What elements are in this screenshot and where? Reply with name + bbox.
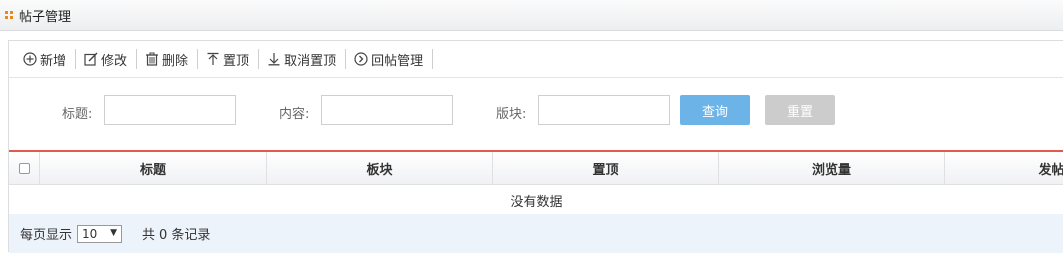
total-records: 共 0 条记录 (142, 224, 210, 243)
toolbar-divider (258, 49, 260, 69)
unpin-button[interactable]: 取消置顶 (266, 48, 336, 70)
title-label: 标题: (62, 107, 93, 122)
reset-button[interactable]: 重置 (765, 95, 835, 125)
edit-icon (83, 52, 98, 67)
page-size-select[interactable]: 10 ▼ (77, 224, 123, 243)
total-suffix: 条记录 (171, 228, 211, 243)
page-title: 帖子管理 (19, 9, 72, 25)
column-header-section[interactable]: 板块 (267, 152, 493, 185)
grid-icon (5, 11, 13, 19)
search-form: 标题: 内容: 版块: 查询 重置 (9, 79, 1063, 149)
column-header-views[interactable]: 浏览量 (719, 152, 945, 185)
toolbar-divider (432, 49, 434, 69)
total-count: 0 (159, 228, 168, 243)
per-page-label: 每页显示 (20, 228, 73, 243)
edit-button-label: 修改 (101, 53, 128, 69)
arrow-up-icon (205, 52, 220, 67)
select-all-cell (9, 152, 40, 185)
toolbar-divider (197, 49, 199, 69)
toolbar-divider (75, 49, 77, 69)
select-all-checkbox[interactable] (18, 163, 30, 174)
column-header-title[interactable]: 标题 (40, 152, 267, 185)
trash-icon (144, 52, 159, 67)
data-grid: 标题 板块 置顶 浏览量 发帖用 没有数据 每页显示 10 ▼ 共0条记录 (9, 150, 1063, 253)
pin-top-button[interactable]: 置顶 (205, 48, 249, 70)
reply-manage-button[interactable]: 回帖管理 (353, 48, 423, 70)
content-label: 内容: (279, 107, 310, 122)
add-button-label: 新增 (40, 53, 67, 69)
chevron-circle-icon (353, 52, 368, 67)
section-input[interactable] (538, 95, 670, 125)
toolbar: 新增 修改 删除 置顶 取消置顶 回帖管理 (9, 41, 1063, 78)
column-header-author[interactable]: 发帖用 (945, 152, 1063, 185)
caret-down-icon: ▼ (110, 227, 118, 238)
reply-manage-button-label: 回帖管理 (371, 53, 424, 69)
section-label: 版块: (496, 107, 527, 122)
content-area: 新增 修改 删除 置顶 取消置顶 回帖管理 标题: 内容: 版块: 查询 重置 … (8, 40, 1063, 253)
plus-circle-icon (22, 52, 37, 67)
unpin-button-label: 取消置顶 (284, 53, 337, 69)
toolbar-divider (136, 49, 138, 69)
toolbar-divider (345, 49, 347, 69)
pagination-bar: 每页显示 10 ▼ 共 0 条记录 (9, 214, 1063, 253)
title-input[interactable] (104, 95, 236, 125)
add-button[interactable]: 新增 (22, 48, 66, 70)
delete-button-label: 删除 (162, 53, 189, 69)
total-prefix: 共 (142, 228, 156, 243)
page-size-value: 10 (82, 226, 98, 241)
query-button[interactable]: 查询 (680, 95, 750, 125)
delete-button[interactable]: 删除 (144, 48, 188, 70)
empty-message: 没有数据 (9, 186, 1063, 214)
pin-top-button-label: 置顶 (223, 53, 250, 69)
edit-button[interactable]: 修改 (83, 48, 127, 70)
column-header-pinned[interactable]: 置顶 (493, 152, 719, 185)
arrow-down-icon (266, 52, 281, 67)
grid-header: 标题 板块 置顶 浏览量 发帖用 (9, 152, 1063, 185)
content-input[interactable] (321, 95, 453, 125)
panel-header: 帖子管理 (0, 0, 1063, 31)
